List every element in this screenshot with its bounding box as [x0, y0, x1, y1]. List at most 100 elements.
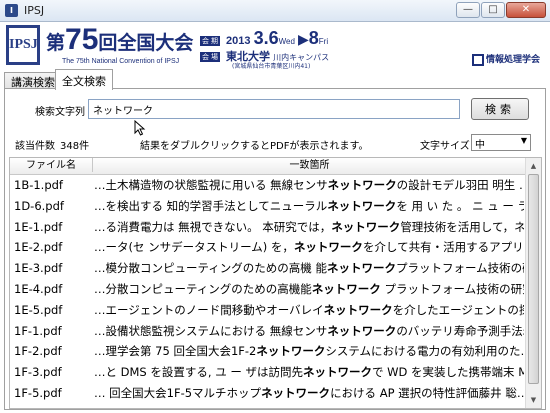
snippet-before: …エージェントのノード間移動やオーバレイ — [94, 302, 324, 317]
title-bar: I IPSJ — □ ✕ — [0, 0, 550, 22]
row-filename: 1H-2.pdf — [14, 404, 90, 408]
results-table: ファイル名 一致箇所 1B-1.pdf …土木構造物の状態監視に用いる 無線センサ… — [9, 157, 542, 409]
convention-banner: IPSJ 第75回全国大会 The 75th National Conventi… — [0, 22, 550, 70]
snippet-before: …設備状態監視システムにおける 無線センサ — [94, 323, 328, 338]
snippet-before: …ータ(セ ンサデータストリーム) を， — [94, 240, 294, 255]
row-filename: 1E-1.pdf — [14, 219, 63, 234]
start-date: 3.6 — [253, 28, 279, 48]
column-header-filename[interactable]: ファイル名 — [10, 158, 93, 172]
row-filename: 1F-1.pdf — [14, 323, 62, 338]
table-row[interactable]: 1F-3.pdf …と DMS を設置する, ユ ー ザは訪問先ネットワークで W… — [10, 362, 527, 383]
row-filename: 1E-5.pdf — [14, 302, 63, 317]
table-row[interactable]: 1F-1.pdf …設備状態監視システムにおける 無線センサネットワークのバッテリ… — [10, 321, 527, 342]
row-filename: 1F-5.pdf — [14, 385, 62, 400]
end-dow: Fri — [318, 37, 329, 46]
end-date: 8 — [308, 28, 319, 48]
table-row[interactable]: 1E-4.pdf …分散コンピューティングのための高機能ネットワーク プラットフォ… — [10, 279, 527, 300]
chevron-down-icon: ▼ — [520, 136, 527, 145]
vertical-scrollbar[interactable]: ▲ ▼ — [525, 158, 541, 408]
row-snippet: …分散コンピューティングのための高機能ネットワーク プラットフォーム技術の研究開… — [94, 279, 524, 300]
scroll-down-icon[interactable]: ▼ — [527, 393, 540, 407]
font-size-value: 中 — [475, 140, 485, 151]
row-snippet: …模分散コンピューティングのための高機 能ネットワークプラットフォーム技術の研究… — [94, 258, 524, 279]
snippet-after: 管理技術を活用して，ネッ… — [400, 219, 524, 234]
maximize-button[interactable]: □ — [481, 2, 505, 18]
row-snippet: …設備状態監視システムにおける 無線センサネットワークのバッテリ寿命予測手法岩… — [94, 321, 524, 342]
ipsj-app-icon: I — [5, 4, 18, 17]
snippet-after: を 用 い た 。 ニ ュ ー ラ ル … — [396, 198, 524, 213]
start-dow: Wed — [278, 37, 295, 46]
tab-lecture-search[interactable]: 講演検索 — [4, 72, 62, 89]
hits-label: 該当件数 — [15, 141, 55, 152]
row-snippet: …る消費電力は 無視できない。 本研究では，ネットワーク管理技術を活用して，ネッ… — [94, 217, 524, 238]
snippet-after: で WD を実装した携帯端末 MW… — [372, 365, 524, 380]
row-snippet: …と DMS を設置する, ユ ー ザは訪問先ネットワークで WD を実装した携… — [94, 362, 524, 383]
row-filename: 1E-2.pdf — [14, 240, 63, 255]
snippet-match: ネットワーク — [261, 385, 331, 400]
scrollbar-thumb[interactable] — [528, 174, 539, 384]
minimize-button[interactable]: — — [456, 2, 480, 18]
table-row[interactable]: 1E-1.pdf …る消費電力は 無視できない。 本研究では，ネットワーク管理技術… — [10, 217, 527, 238]
banner-title: 第75回全国大会 — [46, 25, 193, 55]
search-label: 検索文字列 — [35, 107, 85, 118]
snippet-after: プラットフォーム技術の研究開発… — [384, 281, 524, 296]
search-button[interactable]: 検索 — [471, 98, 529, 120]
close-button[interactable]: ✕ — [506, 2, 546, 18]
row-snippet: …エージェントのノード間移動やオーバレイネットワークを介したエージェントの探索，… — [94, 300, 524, 321]
snippet-match: ネットワーク — [327, 198, 397, 213]
banner-subtitle: The 75th National Convention of IPSJ — [62, 58, 180, 65]
table-row[interactable]: 1E-3.pdf …模分散コンピューティングのための高機 能ネットワークプラットフ… — [10, 258, 527, 279]
hits-count: 348件 — [60, 141, 90, 152]
snippet-before: …土木構造物の状態監視に用いる 無線センサ — [94, 178, 328, 192]
ipsj-mark-icon — [471, 53, 484, 66]
snippet-after: のバッテリ寿命予測手法岩… — [396, 323, 524, 338]
row-filename: 1B-1.pdf — [14, 178, 63, 192]
table-row[interactable]: 1H-2.pdf …ではなかろ うか， 謝辞 ネットワークに関する技術的なアドバイ… — [10, 404, 527, 408]
scroll-up-icon[interactable]: ▲ — [527, 159, 540, 173]
snippet-match: ネットワーク — [326, 261, 396, 276]
font-size-select[interactable]: 中 ▼ — [471, 134, 531, 151]
row-filename: 1E-4.pdf — [14, 281, 63, 296]
table-row[interactable]: 1E-2.pdf …ータ(セ ンサデータストリーム) を，ネットワークを介して共有… — [10, 237, 527, 258]
column-header-match[interactable]: 一致箇所 — [92, 158, 527, 173]
tab-bar: 講演検索 全文検索 — [0, 69, 550, 90]
snippet-before: …る消費電力は 無視できない。 本研究では， — [94, 219, 332, 234]
snippet-match: ネットワーク — [323, 302, 393, 317]
title-prefix: 第 — [46, 33, 66, 54]
snippet-before: …ではなかろ うか， 謝辞 — [94, 407, 231, 408]
snippet-after: に関する技術的なアドバイスや格段の配 慮… — [300, 407, 524, 408]
snippet-before: …模分散コンピューティングのための高機 能 — [94, 261, 327, 276]
snippet-match: ネットワーク — [231, 407, 300, 408]
row-snippet: …ータ(セ ンサデータストリーム) を，ネットワークを介して共有・活用するアプリ… — [94, 237, 524, 258]
tab-fulltext-search[interactable]: 全文検索 — [55, 69, 113, 90]
row-snippet: …を検出する 知的学習手法としてニューラルネットワークを 用 い た 。 ニ ュ… — [94, 196, 524, 217]
snippet-before: …と DMS を設置する, ユ ー ザは訪問先 — [94, 365, 304, 380]
fulltext-search-panel: 検索文字列 検索 該当件数 348件 結果をダブルクリックするとPDFが表示され… — [4, 88, 546, 410]
ipsj-logo: IPSJ — [6, 25, 40, 65]
table-row[interactable]: 1F-5.pdf … 回全国大会1F-5マルチホップネットワークにおける AP 選… — [10, 383, 527, 404]
snippet-before: … 回全国大会1F-5マルチホップ — [94, 385, 262, 400]
hint-text: 結果をダブルクリックするとPDFが表示されます。 — [140, 141, 369, 152]
society-label: 情報処理学会 — [485, 54, 540, 64]
snippet-match: ネットワーク — [327, 323, 397, 338]
row-filename: 1F-2.pdf — [14, 344, 62, 359]
snippet-after: システムにおける電力の有効利用のた… — [325, 344, 524, 359]
snippet-after: の設計モデル羽田 明生 … — [396, 178, 524, 192]
search-input[interactable] — [88, 99, 460, 119]
snippet-before: …を検出する 知的学習手法としてニューラル — [94, 198, 328, 213]
snippet-after: を介したエージェントの探索，エ… — [392, 302, 524, 317]
row-filename: 1F-3.pdf — [14, 365, 62, 380]
snippet-before: …理学会第 75 回全国大会1F-2 — [94, 344, 257, 359]
snippet-match: ネットワーク — [293, 240, 363, 255]
snippet-match: ネットワーク — [303, 365, 373, 380]
table-row[interactable]: 1D-6.pdf …を検出する 知的学習手法としてニューラルネットワークを 用 い… — [10, 196, 527, 217]
table-row[interactable]: 1F-2.pdf …理学会第 75 回全国大会1F-2ネットワークシステムにおける… — [10, 341, 527, 362]
table-row[interactable]: 1B-1.pdf …土木構造物の状態監視に用いる 無線センサネットワークの設計モデ… — [10, 175, 527, 196]
table-row[interactable]: 1E-5.pdf …エージェントのノード間移動やオーバレイネットワークを介したエー… — [10, 300, 527, 321]
snippet-match: ネットワーク — [331, 219, 401, 234]
snippet-match: ネットワーク — [311, 281, 381, 296]
font-size-label: 文字サイズ — [420, 141, 470, 152]
window-controls: — □ ✕ — [456, 2, 546, 18]
row-snippet: …ではなかろ うか， 謝辞 ネットワークに関する技術的なアドバイスや格段の配 慮… — [94, 404, 524, 408]
row-filename: 1E-3.pdf — [14, 261, 63, 276]
